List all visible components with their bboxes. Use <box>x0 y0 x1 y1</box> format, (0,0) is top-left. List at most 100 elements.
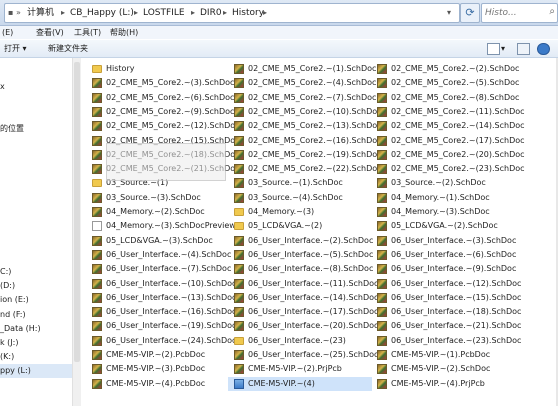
file-item[interactable]: 06_User_Interface.~(20).SchDoc <box>228 319 378 333</box>
file-item[interactable]: 06_User_Interface.~(24).SchDoc <box>86 334 236 348</box>
breadcrumb-item-lostfile[interactable]: LOSTFILE <box>143 4 185 22</box>
file-item[interactable]: 06_User_Interface.~(7).SchDoc <box>86 262 231 276</box>
search-input[interactable] <box>485 6 541 20</box>
file-item[interactable]: 02_CME_M5_Core2.~(7).SchDoc <box>228 91 376 105</box>
chevron-right-icon[interactable]: ▸ <box>223 4 227 22</box>
file-item[interactable]: 05_LCD&VGA.~(2).SchDoc <box>371 219 515 233</box>
file-item[interactable]: 06_User_Interface.~(3).SchDoc <box>371 234 516 248</box>
file-item[interactable]: CME-M5-VIP.~(1).PcbDoc <box>371 348 515 362</box>
file-item[interactable]: 02_CME_M5_Core2.~(20).SchDoc <box>371 148 525 162</box>
file-item[interactable]: History <box>86 62 230 76</box>
file-item[interactable]: 04_Memory.~(3).SchDocPreview <box>86 219 236 233</box>
toolbar-open-button[interactable]: 打开 ▾ <box>4 40 27 57</box>
file-item[interactable]: CME-M5-VIP.~(4) <box>228 376 372 391</box>
file-item[interactable]: 06_User_Interface.~(4).SchDoc <box>86 248 231 262</box>
nav-scrollbar[interactable] <box>72 58 81 406</box>
file-item[interactable]: CME-M5-VIP.~(4).PcbDoc <box>86 377 230 391</box>
view-dropdown-icon[interactable]: ▾ <box>501 40 505 57</box>
file-item[interactable]: 06_User_Interface.~(13).SchDoc <box>86 291 236 305</box>
file-item[interactable]: 02_CME_M5_Core2.~(8).SchDoc <box>371 91 519 105</box>
file-item[interactable]: 06_User_Interface.~(9).SchDoc <box>371 262 516 276</box>
breadcrumb[interactable]: ▪ » 计算机 ▸ CB_Happy (L:) ▸ LOSTFILE ▸ DIR… <box>4 3 460 23</box>
file-item[interactable]: 03_Source.~(2).SchDoc <box>371 176 515 190</box>
nav-item-drive-d[interactable]: (D:) <box>0 279 15 293</box>
file-item[interactable]: 06_User_Interface.~(10).SchDoc <box>86 277 236 291</box>
file-item[interactable]: 06_User_Interface.~(11).SchDoc <box>228 277 378 291</box>
file-item[interactable]: 06_User_Interface.~(6).SchDoc <box>371 248 516 262</box>
file-item[interactable]: 06_User_Interface.~(23) <box>228 334 372 348</box>
file-item[interactable]: 04_Memory.~(3).SchDoc <box>371 205 515 219</box>
dropdown-arrow-icon[interactable]: ▾ <box>447 4 451 22</box>
file-item[interactable]: 02_CME_M5_Core2.~(17).SchDoc <box>371 134 525 148</box>
file-item[interactable]: 02_CME_M5_Core2.~(23).SchDoc <box>371 162 525 176</box>
file-item[interactable]: 02_CME_M5_Core2.~(6).SchDoc <box>86 91 234 105</box>
menu-item-help[interactable]: 帮助(H) <box>110 26 138 39</box>
file-item[interactable]: CME-M5-VIP.~(2).SchDoc <box>371 362 515 376</box>
file-item[interactable]: 04_Memory.~(1).SchDoc <box>371 191 515 205</box>
file-item[interactable]: CME-M5-VIP.~(3).PcbDoc <box>86 362 230 376</box>
file-item[interactable]: 02_CME_M5_Core2.~(19).SchDoc <box>228 148 382 162</box>
chevron-right-icon[interactable]: ▸ <box>191 4 195 22</box>
nav-scrollbar-thumb[interactable] <box>74 62 80 362</box>
nav-item-drive-f[interactable]: nd (F:) <box>0 308 26 322</box>
file-item[interactable]: 02_CME_M5_Core2.~(5).SchDoc <box>371 76 519 90</box>
file-item[interactable]: 06_User_Interface.~(5).SchDoc <box>228 248 373 262</box>
file-item[interactable]: 02_CME_M5_Core2.~(1).SchDoc <box>228 62 376 76</box>
nav-item-drive-l[interactable]: ppy (L:) <box>0 364 72 378</box>
file-item[interactable]: 06_User_Interface.~(23).SchDoc <box>371 334 521 348</box>
file-item[interactable]: 06_User_Interface.~(25).SchDoc <box>228 348 378 362</box>
refresh-button[interactable]: ⟳ <box>460 3 480 23</box>
file-item[interactable]: 02_CME_M5_Core2.~(3).SchDoc <box>86 76 234 90</box>
breadcrumb-item-dir0[interactable]: DIR0 <box>200 4 222 22</box>
nav-item-drive-c[interactable]: C:) <box>0 265 11 279</box>
file-item[interactable]: CME-M5-VIP.~(2).PcbDoc <box>86 348 230 362</box>
file-item[interactable]: 03_Source.~(4).SchDoc <box>228 191 372 205</box>
toolbar-new-folder-button[interactable]: 新建文件夹 <box>48 40 88 57</box>
view-options-icon[interactable] <box>487 43 500 55</box>
chevron-right-icon[interactable]: ▸ <box>134 4 138 22</box>
file-item[interactable]: CME-M5-VIP.~(4).PrjPcb <box>371 377 515 391</box>
file-item[interactable]: 02_CME_M5_Core2.~(13).SchDoc <box>228 119 382 133</box>
breadcrumb-item-history[interactable]: History <box>232 4 264 22</box>
nav-item-drive-k[interactable]: (K:) <box>0 350 14 364</box>
file-item[interactable]: 02_CME_M5_Core2.~(16).SchDoc <box>228 134 382 148</box>
breadcrumb-item-computer[interactable]: 计算机 <box>27 4 54 22</box>
breadcrumb-item-drive[interactable]: CB_Happy (L:) <box>70 4 134 22</box>
file-item[interactable]: 06_User_Interface.~(18).SchDoc <box>371 305 521 319</box>
file-item[interactable]: 06_User_Interface.~(21).SchDoc <box>371 319 521 333</box>
file-item[interactable]: 02_CME_M5_Core2.~(4).SchDoc <box>228 76 376 90</box>
file-item[interactable]: 06_User_Interface.~(19).SchDoc <box>86 319 236 333</box>
file-item[interactable]: 05_LCD&VGA.~(3).SchDoc <box>86 234 230 248</box>
file-item[interactable]: 05_LCD&VGA.~(2) <box>228 219 372 233</box>
menu-item-view[interactable]: 查看(V) <box>36 26 64 39</box>
file-item[interactable]: 02_CME_M5_Core2.~(14).SchDoc <box>371 119 525 133</box>
file-item[interactable]: 02_CME_M5_Core2.~(11).SchDoc <box>371 105 525 119</box>
file-item[interactable]: 06_User_Interface.~(15).SchDoc <box>371 291 521 305</box>
file-item[interactable]: 06_User_Interface.~(12).SchDoc <box>371 277 521 291</box>
file-item[interactable]: 02_CME_M5_Core2.~(12).SchDoc <box>86 119 240 133</box>
nav-item-drive-e[interactable]: ion (E:) <box>0 293 29 307</box>
search-box[interactable]: ⌕ <box>481 3 558 23</box>
file-item[interactable]: CME-M5-VIP.~(2).PrjPcb <box>228 362 372 376</box>
file-item[interactable]: 03_Source.~(3).SchDoc <box>86 191 230 205</box>
file-item[interactable]: 03_Source.~(1).SchDoc <box>228 176 372 190</box>
file-item[interactable]: 04_Memory.~(2).SchDoc <box>86 205 230 219</box>
file-item[interactable]: 02_CME_M5_Core2.~(2).SchDoc <box>371 62 519 76</box>
nav-item[interactable]: x <box>0 80 5 94</box>
file-item[interactable]: 06_User_Interface.~(17).SchDoc <box>228 305 378 319</box>
file-item[interactable]: 04_Memory.~(3) <box>228 205 372 219</box>
nav-item-drive-j[interactable]: k (J:) <box>0 336 18 350</box>
menu-item-edit[interactable]: (E) <box>2 26 13 39</box>
file-item[interactable]: 02_CME_M5_Core2.~(22).SchDoc <box>228 162 382 176</box>
chevron-right-icon[interactable]: ▸ <box>61 4 65 22</box>
nav-item[interactable]: 的位置 <box>0 122 24 136</box>
file-item[interactable]: 06_User_Interface.~(16).SchDoc <box>86 305 236 319</box>
preview-pane-icon[interactable] <box>517 43 530 55</box>
chevron-right-icon[interactable]: ▸ <box>263 4 267 22</box>
file-item[interactable]: 06_User_Interface.~(8).SchDoc <box>228 262 373 276</box>
file-item[interactable]: 06_User_Interface.~(2).SchDoc <box>228 234 373 248</box>
nav-item-drive-h[interactable]: _Data (H:) <box>0 322 41 336</box>
search-icon[interactable]: ⌕ <box>549 6 555 17</box>
menu-item-tools[interactable]: 工具(T) <box>74 26 101 39</box>
file-item[interactable]: 02_CME_M5_Core2.~(9).SchDoc <box>86 105 234 119</box>
